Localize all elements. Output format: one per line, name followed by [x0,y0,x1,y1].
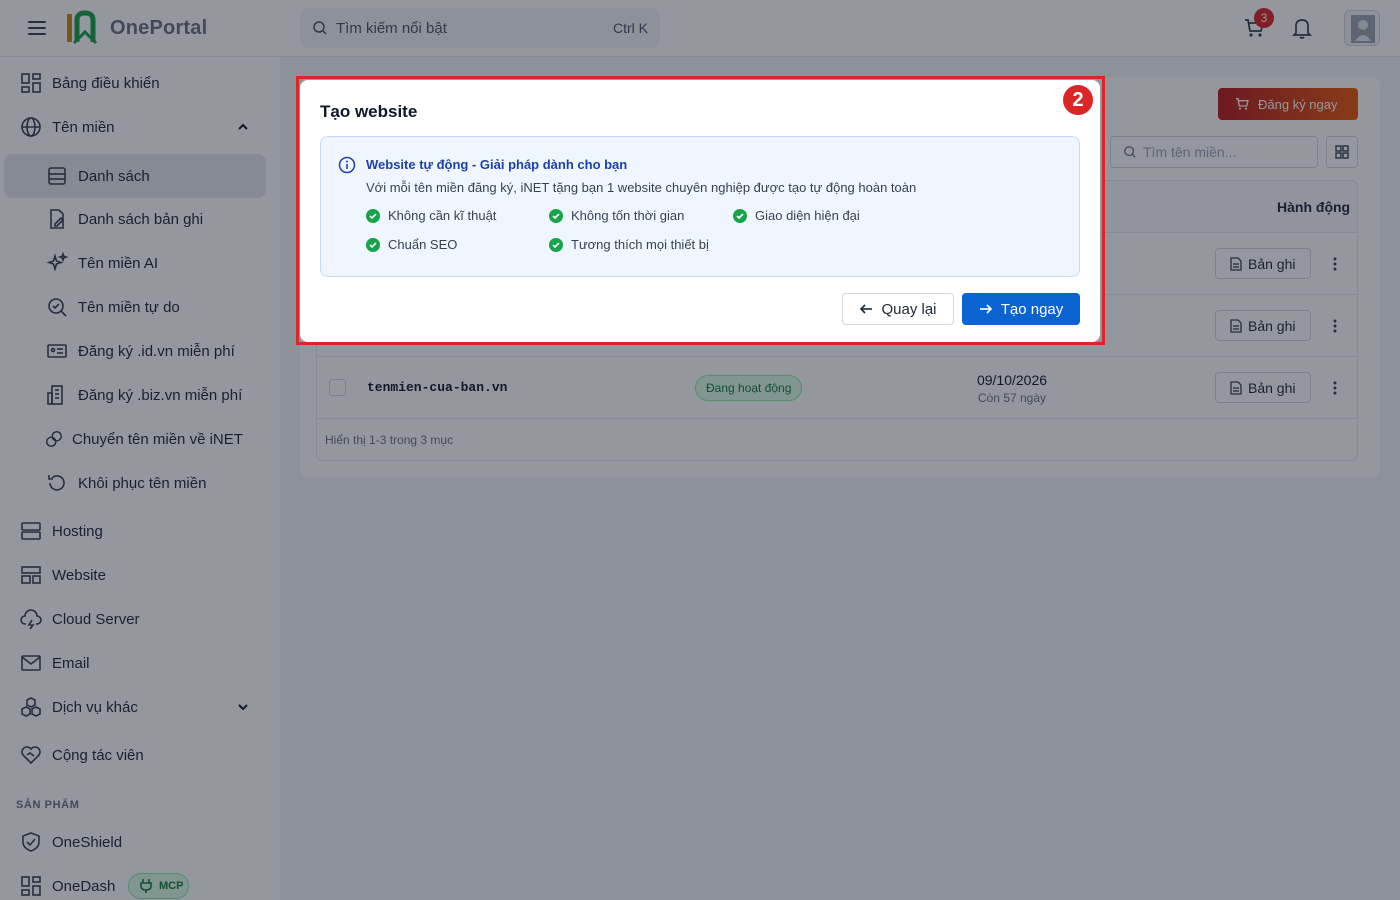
check-circle-icon [366,237,380,252]
feature-label: Không cần kĩ thuật [388,208,497,223]
feature-item: Không tốn thời gian [549,208,684,223]
feature-item: Tương thích mọi thiết bị [549,237,709,252]
arrow-right-icon [979,304,992,314]
create-website-modal: Tạo website Website tự động - Giải pháp … [300,80,1100,342]
info-icon [338,156,356,174]
check-circle-icon [366,208,380,223]
feature-label: Chuẩn SEO [388,237,458,252]
create-now-label: Tạo ngay [1000,300,1064,318]
info-box: Website tự động - Giải pháp dành cho bạn… [320,136,1080,277]
info-title: Website tự động - Giải pháp dành cho bạn [366,157,628,172]
create-now-button[interactable]: Tạo ngay [962,293,1080,325]
feature-label: Giao diện hiện đại [755,208,860,223]
check-circle-icon [549,208,563,223]
feature-item: Chuẩn SEO [366,237,457,252]
check-circle-icon [733,208,747,223]
feature-item: Không cần kĩ thuật [366,208,496,223]
back-button-label: Quay lại [881,300,937,318]
info-description: Với mỗi tên miền đăng ký, iNET tặng bạn … [366,180,917,195]
feature-label: Tương thích mọi thiết bị [571,237,709,252]
back-button[interactable]: Quay lại [842,293,954,325]
modal-title: Tạo website [320,102,418,121]
step-number-badge: 2 [1061,83,1095,117]
feature-item: Giao diện hiện đại [733,208,860,223]
check-circle-icon [549,237,563,252]
feature-label: Không tốn thời gian [571,208,685,223]
arrow-left-icon [860,304,873,314]
